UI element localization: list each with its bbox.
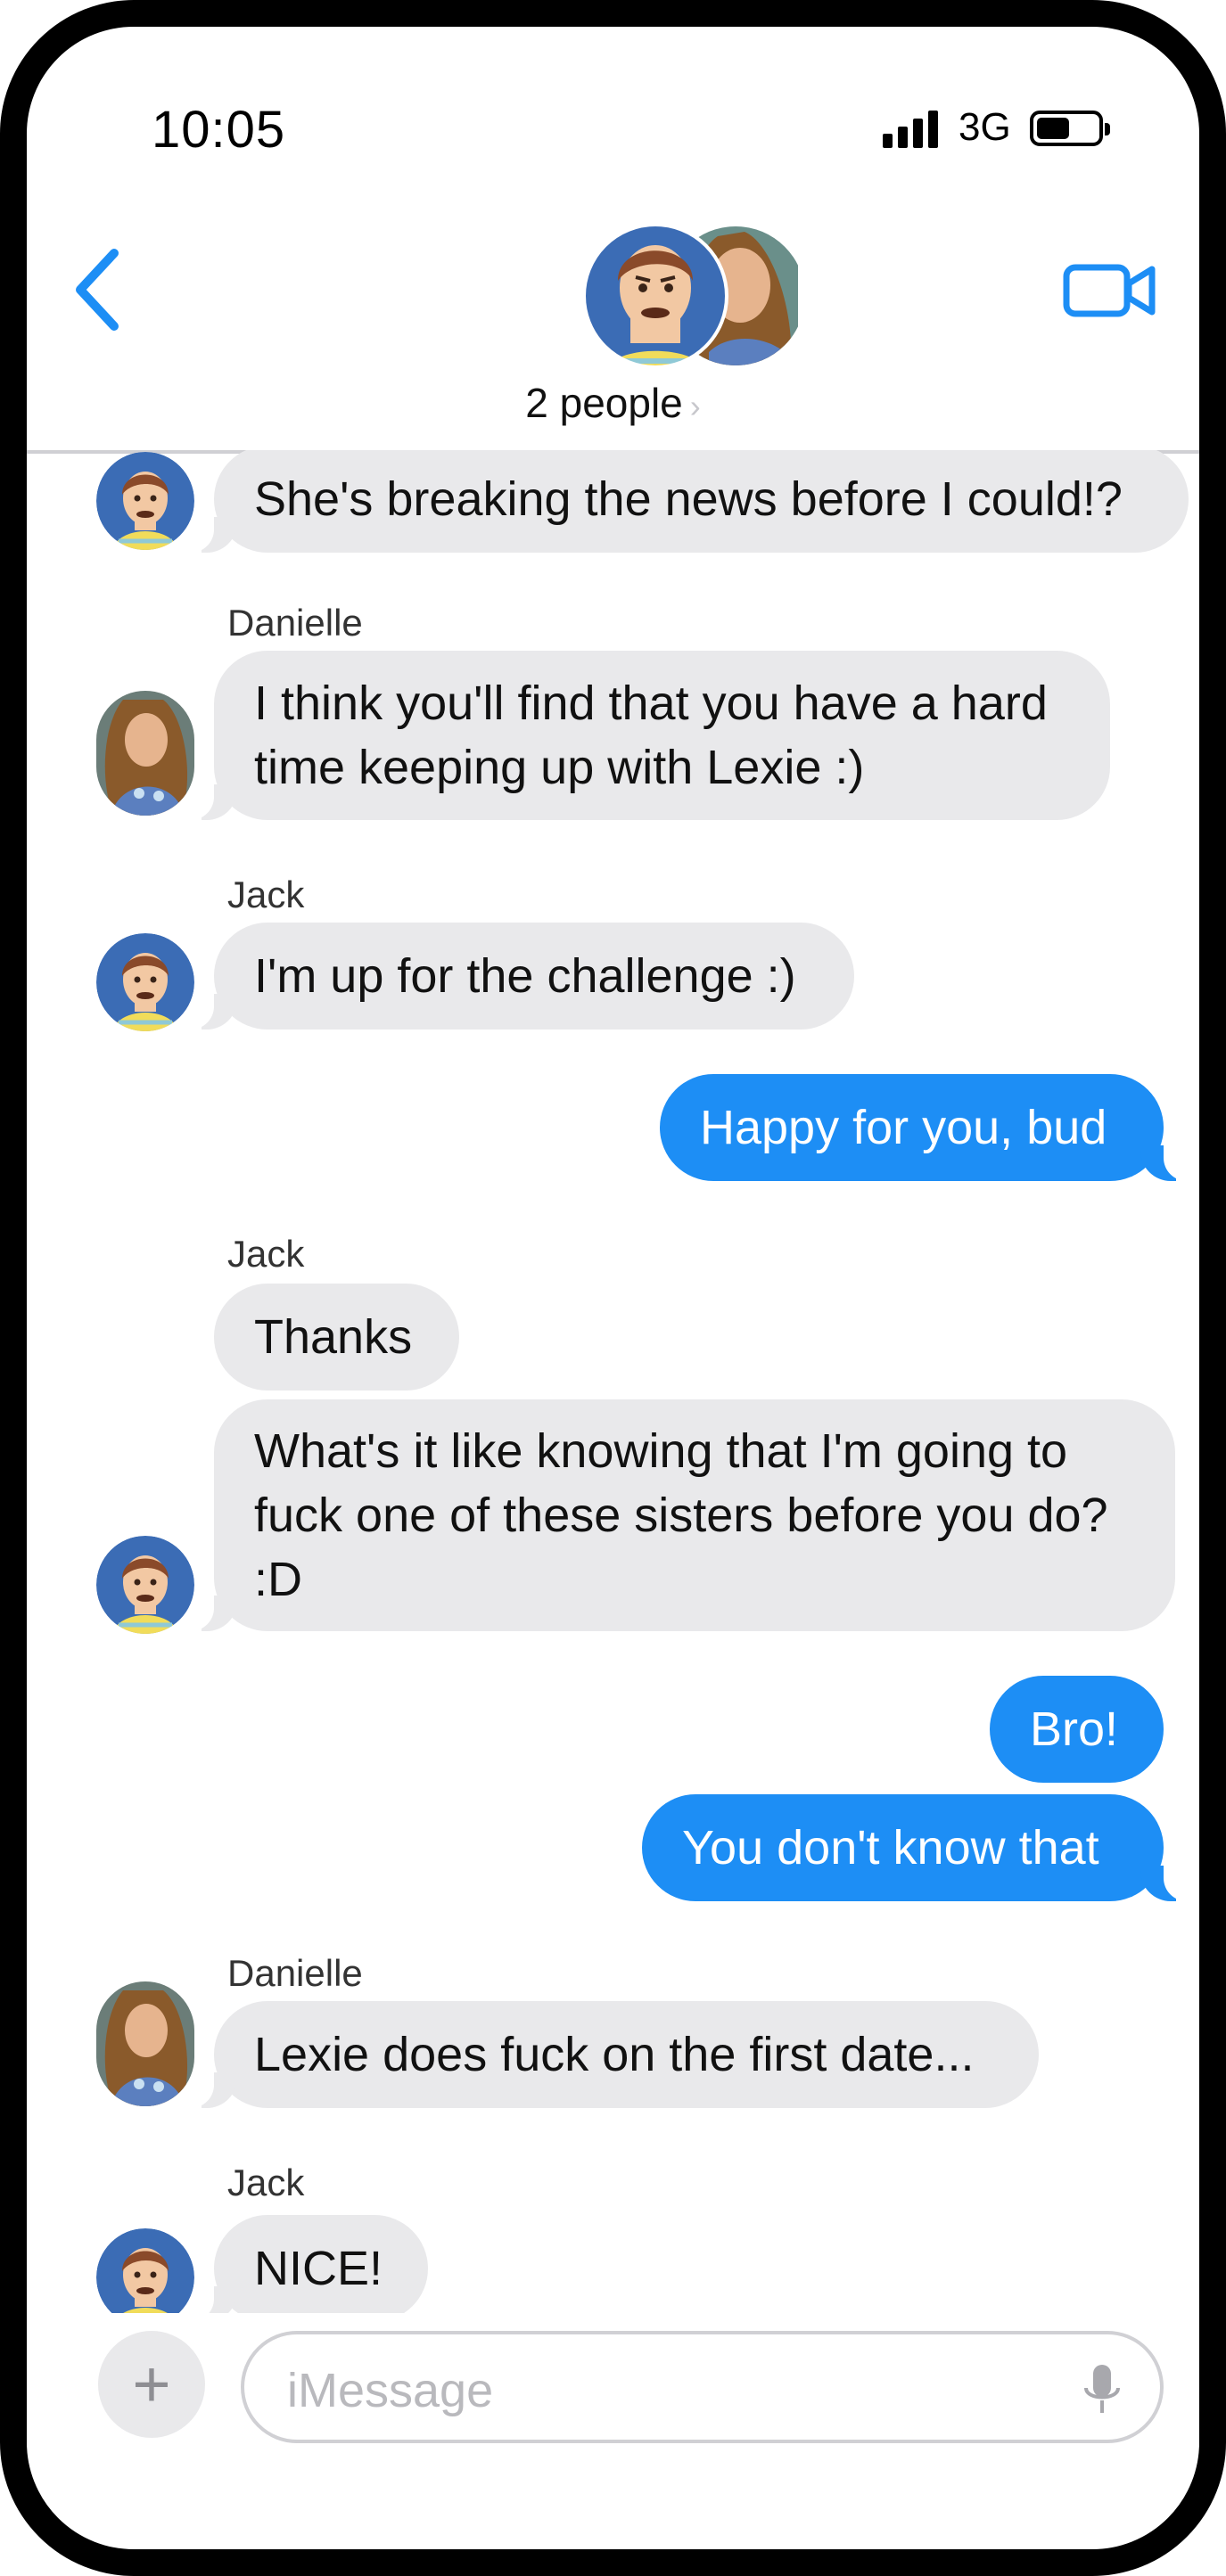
message-bubble-sent[interactable]: Bro! (990, 1676, 1164, 1783)
avatar-jack[interactable] (96, 1536, 194, 1634)
battery-icon (1030, 111, 1110, 146)
avatar-jack-image (96, 452, 194, 550)
message-bubble[interactable]: Thanks (214, 1284, 459, 1391)
message-bubble-sent[interactable]: You don't know that (642, 1794, 1192, 1901)
sender-name: Jack (227, 2162, 305, 2203)
message-bubble-sent[interactable]: Happy for you, bud (660, 1074, 1192, 1181)
composer-bar: + iMessage (27, 2313, 1199, 2447)
plus-icon[interactable]: + (98, 2331, 205, 2438)
message-text: Lexie does fuck on the first date... (254, 2028, 975, 2081)
message-text: I think you'll find that you have a hard… (254, 677, 1048, 794)
message-bubble[interactable]: NICE! (185, 2215, 428, 2313)
avatar-danielle[interactable] (96, 1981, 194, 2106)
avatar-danielle[interactable] (96, 691, 194, 816)
conversation-title[interactable]: 2 people › (27, 379, 1199, 427)
avatar-jack[interactable] (96, 2228, 194, 2313)
message-input[interactable]: iMessage (241, 2331, 1164, 2443)
chevron-right-icon: › (689, 388, 701, 424)
screen: 10:05 3G 2 people › She's breaking the n… (27, 27, 1199, 2549)
message-text: Thanks (254, 1310, 413, 1364)
message-text: NICE! (254, 2242, 383, 2295)
network-label: 3G (959, 105, 1011, 149)
avatar-jack-image (96, 2228, 194, 2313)
group-avatar[interactable] (584, 218, 798, 374)
message-text: You don't know that (682, 1821, 1099, 1875)
message-list: She's breaking the news before I could!?… (27, 450, 1199, 2313)
message-bubble[interactable]: What's it like knowing that I'm going to… (185, 1399, 1175, 1631)
video-camera-icon[interactable] (1061, 250, 1159, 330)
avatar-jack-image (96, 1536, 194, 1634)
message-input-placeholder: iMessage (287, 2364, 494, 2417)
avatar-danielle-image (96, 1981, 194, 2106)
message-text: Bro! (1030, 1702, 1119, 1756)
sender-name: Jack (227, 874, 305, 915)
microphone-icon[interactable] (1080, 2361, 1124, 2418)
message-bubble[interactable]: I think you'll find that you have a hard… (185, 651, 1110, 820)
message-bubble[interactable]: Lexie does fuck on the first date... (185, 2001, 1039, 2108)
signal-icon (883, 107, 938, 148)
message-text: She's breaking the news before I could!? (254, 472, 1123, 526)
phone-frame: 10:05 3G 2 people › She's breaking the n… (0, 0, 1226, 2576)
avatar-jack[interactable] (96, 452, 194, 550)
status-bar: 10:05 3G (27, 80, 1199, 178)
message-bubble[interactable]: I'm up for the challenge :) (185, 923, 854, 1030)
avatar-danielle-image (96, 691, 194, 816)
message-bubble[interactable]: She's breaking the news before I could!? (185, 450, 1189, 553)
message-text: I'm up for the challenge :) (254, 949, 796, 1003)
conversation-header: 2 people › (27, 192, 1199, 454)
chevron-left-icon[interactable] (62, 241, 134, 339)
status-time: 10:05 (152, 101, 286, 159)
people-count-label: 2 people (525, 380, 683, 426)
message-text: Happy for you, bud (700, 1101, 1107, 1154)
sender-name: Danielle (227, 602, 363, 644)
sender-name: Jack (227, 1233, 305, 1275)
avatar-jack[interactable] (96, 933, 194, 1031)
message-text: What's it like knowing that I'm going to… (254, 1424, 1108, 1606)
avatar-jack-image (96, 933, 194, 1031)
sender-name: Danielle (227, 1952, 363, 1994)
